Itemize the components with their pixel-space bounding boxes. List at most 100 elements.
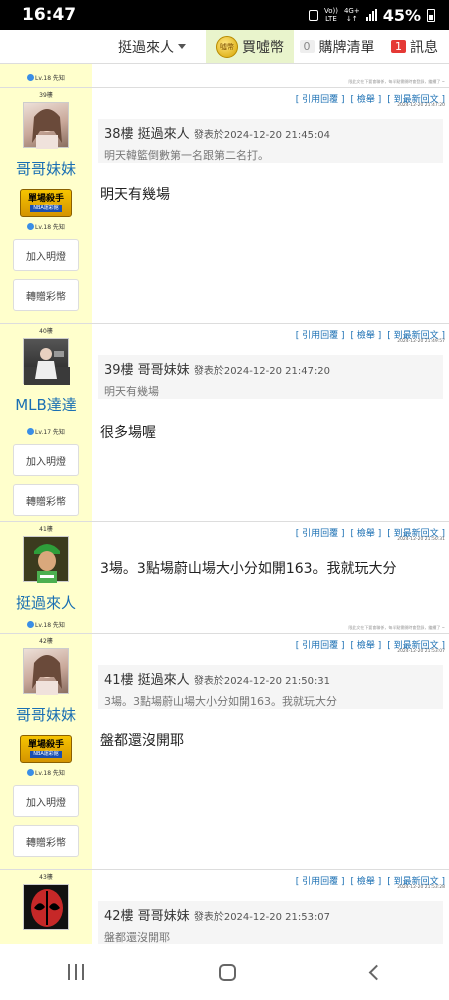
back-icon[interactable] [368,964,384,980]
quote-reply-link[interactable]: [ 引用回覆 ] [296,95,345,105]
user-level: Lv.18 先知 [27,222,65,231]
level-icon [27,621,35,628]
quote-time: 發表於2024-12-20 21:47:20 [193,366,331,377]
quote-author: 38樓 挺過來人 [104,127,190,142]
avatar[interactable] [23,338,70,385]
coin-icon: 噓幣 [216,35,238,58]
report-link[interactable]: [ 檢舉 ] [351,641,382,651]
avatar-image [34,544,60,583]
achievement-badge: 單場殺手 NBA運彩館 [20,735,72,763]
quote-reply-link[interactable]: [ 引用回覆 ] [296,529,345,539]
report-link[interactable]: [ 檢舉 ] [351,529,382,539]
add-light-button[interactable]: 加入明燈 [13,239,79,271]
gift-coins-button[interactable]: 轉贈彩幣 [13,825,79,857]
post-signature: 限此文在下要會聯係，每半點需開時會登錄，繼續了 ~ [348,79,445,84]
buy-coins-label: 買噓幣 [242,39,284,56]
floor-number: 42樓 [39,638,53,645]
network-type-icon: 4G+ ↓↑ [343,7,360,23]
quote-time: 發表於2024-12-20 21:53:07 [193,912,331,923]
home-icon[interactable] [218,963,236,981]
messages-button[interactable]: 1 訊息 [380,30,449,63]
avatar-image [32,655,62,695]
message-count: 1 [391,40,406,53]
floor-number: 43樓 [39,874,53,881]
add-light-button[interactable]: 加入明燈 [13,785,79,817]
cart-count: 0 [299,40,315,53]
signal-icon [365,9,377,21]
buy-coins-button[interactable]: 噓幣 買噓幣 [206,30,294,63]
quote-reply-link[interactable]: [ 引用回覆 ] [296,331,345,341]
gift-coins-button[interactable]: 轉贈彩幣 [13,484,79,516]
quote-reply-link[interactable]: [ 引用回覆 ] [296,641,345,651]
user-level: Lv.18 先知 [27,73,65,82]
report-link[interactable]: [ 檢舉 ] [351,331,382,341]
user-level: Lv.17 先知 [27,427,65,436]
post-item: 40樓 MLB達達 Lv.17 先知 加入明燈 轉贈彩幣 [ 引用回覆 ] [ 檢… [0,324,449,522]
user-level: Lv.18 先知 [27,768,65,777]
user-menu[interactable]: 挺過來人 [98,30,206,63]
post-timestamp: 2024-12-20 21:53:28 [397,885,445,890]
top-nav: 挺過來人 噓幣 買噓幣 0 購牌清單 1 訊息 [0,30,449,64]
level-icon [27,74,35,81]
cart-button[interactable]: 0 購牌清單 [294,30,380,63]
floor-number: 39樓 [39,92,53,99]
quote-reply-link[interactable]: [ 引用回覆 ] [296,877,345,887]
battery-percent: 45% [382,5,421,25]
post-timestamp: 2024-12-20 21:49:57 [397,339,445,344]
chevron-down-icon [178,44,186,49]
avatar[interactable] [23,884,69,930]
clock: 16:47 [22,5,77,25]
quote-block: 39樓 哥哥妹妹 發表於2024-12-20 21:47:20 明天有幾場 [98,355,443,399]
level-icon [27,428,35,435]
author-name[interactable]: 哥哥妹妹 [16,704,76,725]
avatar[interactable] [23,102,69,149]
floor-number: 40樓 [39,328,53,335]
quote-text: 3場。3點場蔚山場大小分如開163。我就玩大分 [104,695,337,708]
author-panel: 39樓 哥哥妹妹 單場殺手 NBA運彩館 Lv.18 先知 加入明燈 轉贈彩幣 [0,88,92,323]
notification-icon [308,9,318,21]
gift-coins-button[interactable]: 轉贈彩幣 [13,279,79,311]
quote-text: 明天韓籃倒數第一名跟第二名打。 [104,149,269,162]
level-icon [27,223,35,230]
report-link[interactable]: [ 檢舉 ] [351,95,382,105]
floor-number: 41樓 [39,526,53,533]
post-item: 42樓 哥哥妹妹 單場殺手 NBA運彩館 Lv.18 先知 加入明燈 轉贈彩幣 … [0,634,449,870]
post-timestamp: 2024-12-20 21:53:07 [397,649,445,654]
post-timestamp: 2024-12-20 21:50:31 [397,537,445,542]
post-feed: Lv.18 先知 限此文在下要會聯係，每半點需開時會登錄，繼續了 ~ 39樓 哥… [0,64,449,974]
battery-icon [427,8,435,22]
user-name: 挺過來人 [118,39,174,56]
avatar-image [24,348,70,385]
avatar[interactable] [23,536,69,583]
avatar[interactable] [23,648,69,695]
add-light-button[interactable]: 加入明燈 [13,444,79,476]
author-name[interactable]: 哥哥妹妹 [16,158,76,179]
messages-label: 訊息 [410,39,438,56]
recent-apps-icon[interactable] [67,964,84,980]
quote-author: 39樓 哥哥妹妹 [104,363,190,378]
quote-text: 明天有幾場 [104,385,159,398]
author-panel: 40樓 MLB達達 Lv.17 先知 加入明燈 轉贈彩幣 [0,324,92,521]
post-content: 很多場喔 [100,425,156,441]
status-bar: 16:47 Vo)) LTE 4G+ ↓↑ 45% [0,0,449,30]
quote-block: 38樓 挺過來人 發表於2024-12-20 21:45:04 明天韓籃倒數第一… [98,119,443,163]
user-level: Lv.18 先知 [27,620,65,629]
post-remnant: Lv.18 先知 限此文在下要會聯係，每半點需開時會登錄，繼續了 ~ [0,64,449,88]
author-name[interactable]: MLB達達 [15,394,77,415]
post-content: 明天有幾場 [100,187,170,203]
avatar-image [32,109,62,149]
cart-label: 購牌清單 [318,39,375,56]
author-panel: 41樓 挺過來人 Lv.18 先知 [0,522,92,633]
post-item: 41樓 挺過來人 Lv.18 先知 [ 引用回覆 ][ 檢舉 ][ 到最新回文 … [0,522,449,634]
volte-icon: Vo)) LTE [323,7,338,23]
quote-text: 盤都還沒開耶 [104,931,170,944]
quote-time: 發表於2024-12-20 21:45:04 [193,130,331,141]
author-name[interactable]: 挺過來人 [16,592,76,613]
quote-block: 42樓 哥哥妹妹 發表於2024-12-20 21:53:07 盤都還沒開耶 [98,901,443,945]
post-signature: 限此文在下要會聯係，每半點需開時會登錄，繼續了 ~ [348,625,445,630]
quote-author: 42樓 哥哥妹妹 [104,909,190,924]
level-icon [27,769,35,776]
quote-block: 41樓 挺過來人 發表於2024-12-20 21:50:31 3場。3點場蔚山… [98,665,443,709]
report-link[interactable]: [ 檢舉 ] [351,877,382,887]
post-timestamp: 2024-12-20 21:47:20 [397,103,445,108]
